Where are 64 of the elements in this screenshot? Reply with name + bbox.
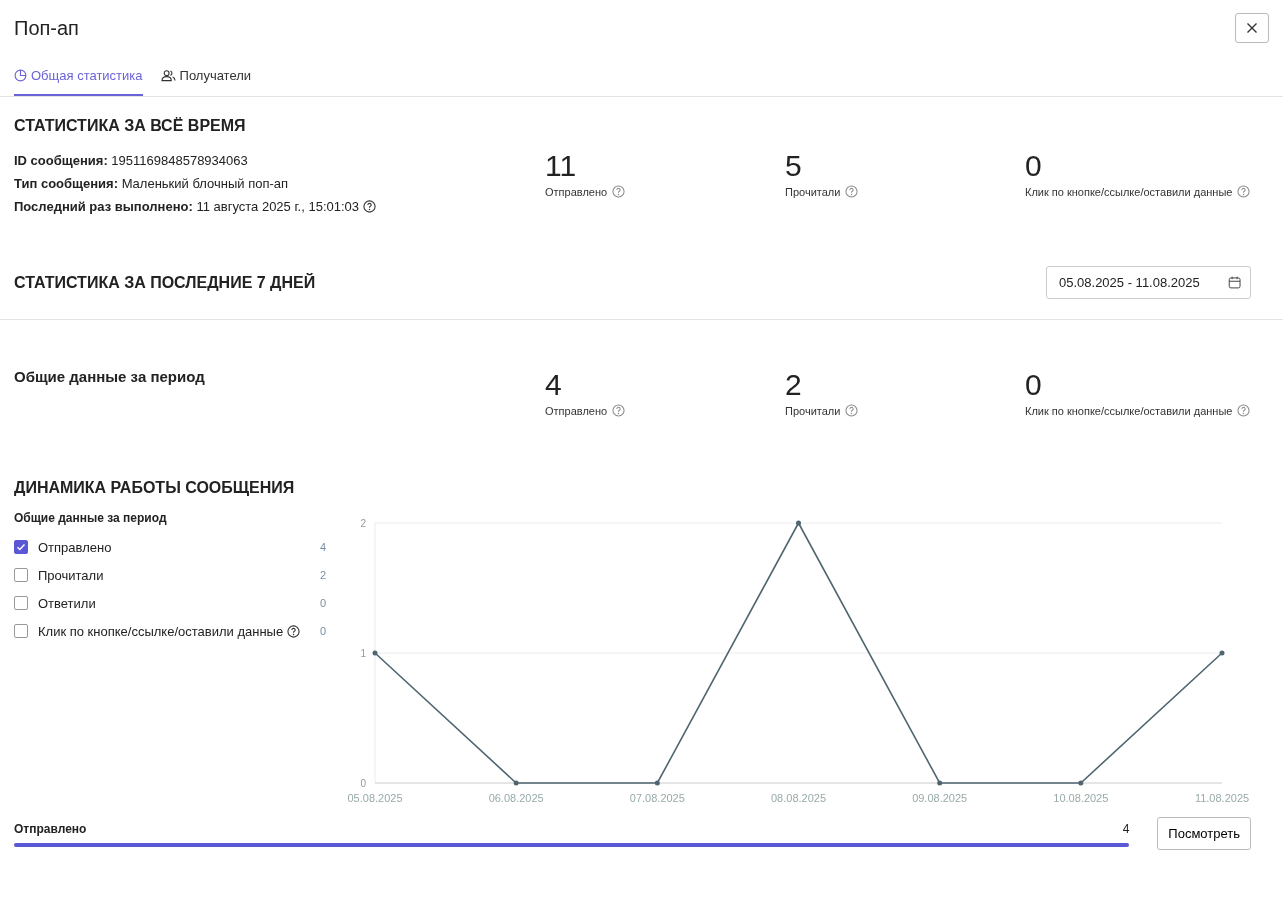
data-point [372, 650, 378, 656]
tab[interactable]: Получатели [160, 64, 252, 96]
summary-label: Отправлено [14, 822, 87, 836]
metric-label: Прочитали [38, 567, 104, 583]
stat-label: Прочитали [785, 185, 841, 198]
section-heading: СТАТИСТИКА ЗА ПОСЛЕДНИЕ 7 ДНЕЙ [14, 273, 316, 292]
close-icon [1246, 22, 1258, 34]
stat-label: Клик по кнопке/ссылке/оставили данные [1025, 185, 1233, 198]
data-point [654, 780, 660, 786]
info-line: ID сообщения: 1951169848578934063 [14, 152, 248, 170]
data-point [513, 780, 519, 786]
stat-value: 2 [785, 368, 803, 402]
stat-label: Клик по кнопке/ссылке/оставили данные [1025, 404, 1233, 417]
check-icon [16, 542, 26, 552]
y-tick-label: 0 [360, 778, 366, 789]
stat-label: Прочитали [785, 404, 841, 417]
stat-label: Отправлено [545, 185, 608, 198]
metric-checkbox[interactable] [14, 540, 28, 554]
data-point [937, 780, 943, 786]
date-range-field[interactable]: 05.08.2025 - 11.08.2025 [1046, 266, 1251, 299]
metric-count: 4 [319, 541, 326, 553]
x-tick-label: 08.08.2025 [770, 792, 827, 804]
legend-title: Общие данные за период [14, 511, 168, 525]
help-icon[interactable] [363, 200, 377, 213]
stat-value: 0 [1025, 149, 1043, 183]
stat-value: 11 [545, 149, 578, 183]
metric-label: Ответили [38, 595, 96, 611]
data-point [1078, 780, 1084, 786]
metric-checkbox[interactable] [14, 596, 28, 610]
dialog-title: Поп-ап [14, 16, 79, 40]
y-tick-label: 1 [360, 648, 366, 659]
metric-count: 2 [319, 569, 326, 581]
users-icon [160, 69, 176, 82]
x-tick-label: 10.08.2025 [1053, 792, 1109, 804]
period-title: Общие данные за период [14, 368, 206, 387]
data-point [1219, 650, 1225, 656]
info-line: Тип сообщения: Маленький блочный поп-ап [14, 175, 289, 193]
metric-count: 0 [319, 597, 326, 609]
x-tick-label: 07.08.2025 [629, 792, 685, 804]
info-line: Последний раз выполнено: 11 августа 2025 г., 15:01:03 [14, 198, 360, 216]
section-heading: ДИНАМИКА РАБОТЫ СООБЩЕНИЯ [14, 479, 296, 497]
view-button[interactable]: Посмотреть [1157, 817, 1251, 850]
section-heading: СТАТИСТИКА ЗА ВСЁ ВРЕМЯ [14, 117, 247, 135]
x-tick-label: 11.08.2025 [1194, 792, 1250, 804]
help-icon[interactable] [287, 624, 301, 638]
pie-chart-icon [14, 69, 27, 82]
metric-label: Клик по кнопке/ссылке/оставили данные [38, 623, 284, 639]
calendar-icon [1227, 275, 1241, 290]
data-point [796, 520, 801, 526]
metric-checkbox[interactable] [14, 568, 28, 582]
metric-label: Отправлено [38, 539, 112, 555]
stat-value: 0 [1025, 368, 1043, 402]
x-tick-label: 05.08.2025 [347, 792, 403, 804]
close-button[interactable] [1235, 13, 1269, 43]
stat-label: Отправлено [545, 404, 608, 417]
tab[interactable]: Общая статистика [14, 64, 143, 96]
metric-checkbox[interactable] [14, 624, 28, 638]
x-tick-label: 06.08.2025 [488, 792, 544, 804]
stat-value: 4 [545, 368, 563, 402]
stat-value: 5 [785, 149, 803, 183]
summary-value: 4 [1122, 822, 1130, 836]
x-tick-label: 09.08.2025 [912, 792, 968, 804]
y-tick-label: 2 [360, 518, 366, 529]
metric-count: 0 [319, 625, 326, 637]
